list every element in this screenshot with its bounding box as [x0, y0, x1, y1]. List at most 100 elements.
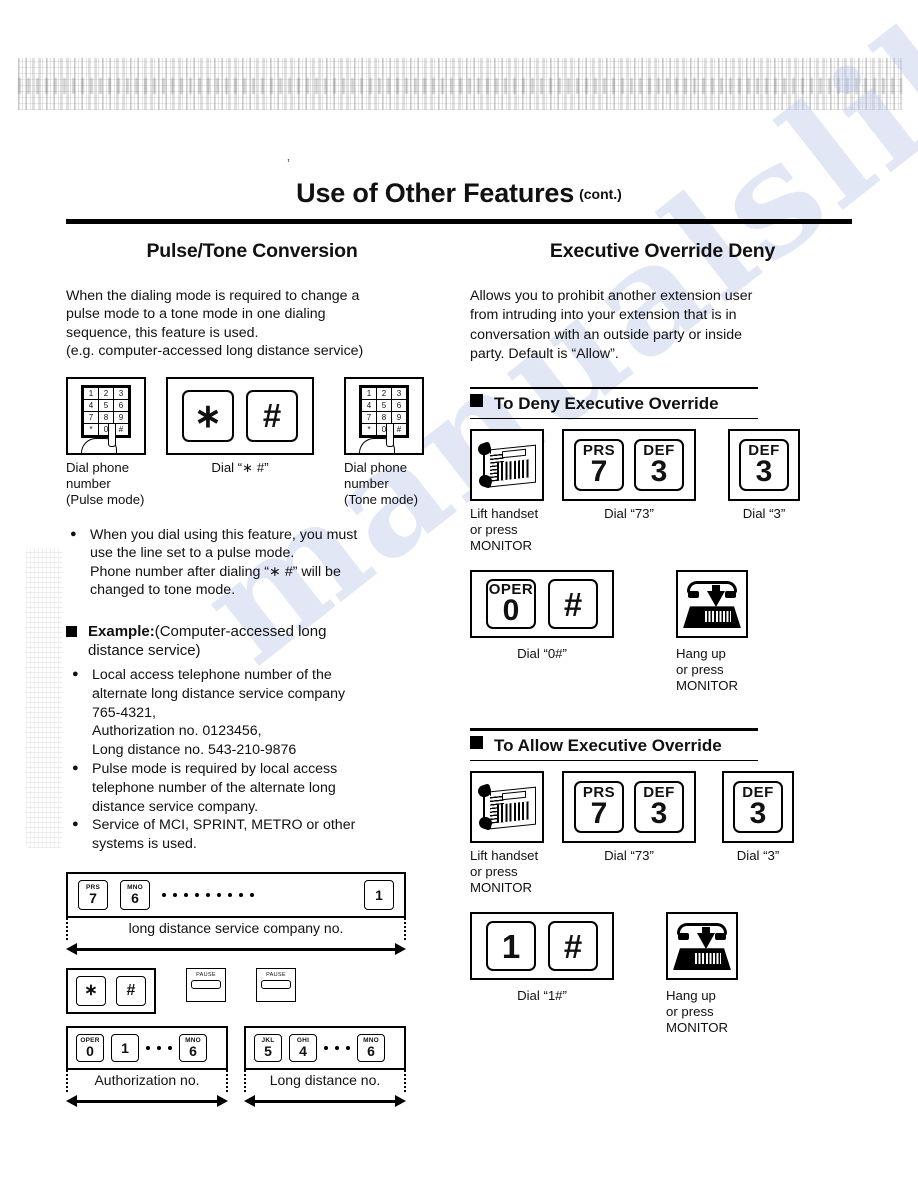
allow-step-lift-handset: Lift handset or press MONITOR [470, 771, 548, 896]
star-hash-seqbox: ∗ # [66, 967, 156, 1014]
keypad-key-5: 5 [99, 399, 113, 411]
key-def-3b: DEF 3 [733, 781, 783, 834]
sequence-auth-and-ld: OPER 0 1 MNO 6 Authorization no. JKL 5 G… [66, 1025, 438, 1108]
list-item: Local access telephone number of the alt… [66, 665, 438, 760]
pulse-tone-step-row: 1 2 3 4 5 6 7 8 9 * 0 # Dial phone numbe… [66, 376, 438, 508]
key-hash-small: # [116, 975, 146, 1006]
allow-step-dial-73: PRS 7 DEF 3 Dial “73” [562, 771, 702, 864]
sequence-star-hash-pause: ∗ # PAUSE PAUSE [66, 967, 438, 1014]
pause-key-1: PAUSE [186, 967, 226, 1002]
key-def-3: DEF 3 [634, 781, 684, 834]
key-def-3: DEF 3 [634, 439, 684, 492]
deny-step-row-1: Lift handset or press MONITOR PRS 7 DEF … [470, 429, 855, 554]
deny-step-dial-0hash: OPER 0 # Dial “0#” [470, 570, 620, 662]
allow-heading: To Allow Executive Override [470, 731, 758, 760]
keypad-key-9: 9 [114, 411, 128, 423]
hang-up-graphic [681, 580, 743, 629]
deny-heading: To Deny Executive Override [470, 389, 758, 418]
key-oper-0: OPER 0 [486, 579, 536, 630]
example-bullet-list: Local access telephone number of the alt… [66, 665, 438, 854]
ellipsis-dots [324, 1045, 350, 1050]
pulse-tone-intro: When the dialing mode is required to cha… [66, 287, 438, 361]
measure-label: Authorization no. [94, 1071, 200, 1088]
deny-caption-lift-handset: Lift handset or press MONITOR [470, 506, 539, 554]
keypad-key-4: 4 [84, 399, 98, 411]
hang-up-icon [676, 570, 748, 639]
key-hash: # [548, 921, 598, 972]
dial-3-frame: DEF 3 [722, 771, 794, 844]
deny-caption-dial-0hash: Dial “0#” [517, 646, 567, 662]
key-prs-7: PRS 7 [78, 879, 108, 910]
page-title: Use of Other Features (cont.) [66, 178, 852, 209]
step-dial-tone: 123 456 789 * 0 # Dial phone number (Tone … [344, 376, 430, 508]
example-label: Example: [88, 623, 155, 640]
list-item: Service of MCI, SPRINT, METRO or other s… [66, 815, 438, 854]
example-subject-2: distance service) [88, 642, 201, 659]
keypad-key-3: 3 [114, 387, 128, 399]
manual-page: manualslib.com ’ Use of Other Features (c… [0, 0, 918, 1188]
keypad-hand-icon: 1 2 3 4 5 6 7 8 9 * 0 # [66, 376, 146, 455]
key-mno-6: MNO 6 [120, 879, 150, 910]
ellipsis-dots [162, 892, 254, 897]
step-caption-tone: Dial phone number (Tone mode) [344, 459, 419, 507]
lift-handset-icon [470, 429, 544, 502]
keypad-grid-2: 123 456 789 * 0 # [359, 384, 409, 438]
key-star: ∗ [182, 389, 234, 442]
key-def-3b: DEF 3 [739, 439, 789, 492]
allow-step-row-2: 1 # Dial “1#” Hang up or press MONITOR [470, 912, 855, 1036]
key-oper-0: OPER 0 [76, 1033, 104, 1062]
example-subject: (Computer-accessed long [154, 623, 327, 640]
deny-heading-block: To Deny Executive Override [470, 386, 758, 420]
star-hash-frame: ∗ # [166, 376, 314, 455]
dial-3-frame: DEF 3 [728, 429, 800, 502]
lift-handset-icon [470, 771, 544, 844]
right-column: Executive Override Deny Allows you to pr… [470, 240, 855, 1036]
allow-step-dial-1hash: 1 # Dial “1#” [470, 912, 620, 1004]
key-ghi-4: GHI 4 [289, 1033, 317, 1062]
allow-caption-hang-up: Hang up or press MONITOR [666, 988, 729, 1036]
measure-company-no: long distance service company no. [66, 917, 406, 956]
key-1: 1 [486, 921, 536, 972]
keypad-key-1: 1 [84, 387, 98, 399]
measure-long-distance-no: Long distance no. [244, 1069, 406, 1108]
pulse-tone-note-list: When you dial using this feature, you mu… [66, 525, 438, 600]
deny-step-row-2: OPER 0 # Dial “0#” Hang up or press MONI… [470, 570, 855, 694]
key-hash: # [246, 389, 298, 442]
measure-arrow [66, 942, 406, 956]
keypad-key-7: 7 [84, 411, 98, 423]
allow-caption-dial-3: Dial “3” [736, 848, 780, 864]
step-dial-pulse: 1 2 3 4 5 6 7 8 9 * 0 # Dial phone numbe… [66, 376, 152, 508]
list-item: When you dial using this feature, you mu… [66, 525, 438, 600]
deny-step-lift-handset: Lift handset or press MONITOR [470, 429, 548, 554]
example-heading: Example:(Computer-accessed long distance… [66, 622, 438, 660]
header-rule [66, 219, 852, 224]
key-prs-7: PRS 7 [574, 781, 624, 834]
keypad-key-8: 8 [99, 411, 113, 423]
dial-0hash-frame: OPER 0 # [470, 570, 614, 639]
key-mno-6c: MNO 6 [357, 1033, 385, 1062]
keypad-grid: 1 2 3 4 5 6 7 8 9 * 0 # [81, 384, 131, 438]
dial-1hash-frame: 1 # [470, 912, 614, 981]
key-star-small: ∗ [76, 975, 106, 1006]
phone-set-graphic [476, 441, 538, 489]
scan-tick-mark: ’ [287, 156, 290, 171]
section-title-pulse-tone: Pulse/Tone Conversion [146, 240, 358, 262]
key-prs-7: PRS 7 [574, 439, 624, 492]
intro-line-3: sequence, this feature is used. [66, 324, 259, 341]
phone-set-graphic [476, 783, 538, 831]
measure-arrow [244, 1094, 406, 1108]
keypad-key-2: 2 [99, 387, 113, 399]
finger-icon [77, 423, 135, 453]
allow-caption-lift-handset: Lift handset or press MONITOR [470, 848, 539, 896]
deny-step-dial-3: DEF 3 Dial “3” [728, 429, 808, 522]
sequence-authorization-no: OPER 0 1 MNO 6 Authorization no. [66, 1025, 228, 1108]
allow-step-row-1: Lift handset or press MONITOR PRS 7 DEF … [470, 771, 855, 896]
dial-73-frame: PRS 7 DEF 3 [562, 429, 696, 502]
hang-up-icon [666, 912, 738, 981]
hang-up-graphic [671, 922, 733, 971]
sequence-long-distance-no: JKL 5 GHI 4 MNO 6 Long distance no. [244, 1025, 406, 1108]
sequence-keys-row: PRS 7 MNO 6 1 [66, 871, 406, 918]
measure-label: long distance service company no. [128, 919, 344, 936]
pause-key-2: PAUSE [256, 967, 296, 1002]
scan-noise-artifact [18, 58, 902, 110]
